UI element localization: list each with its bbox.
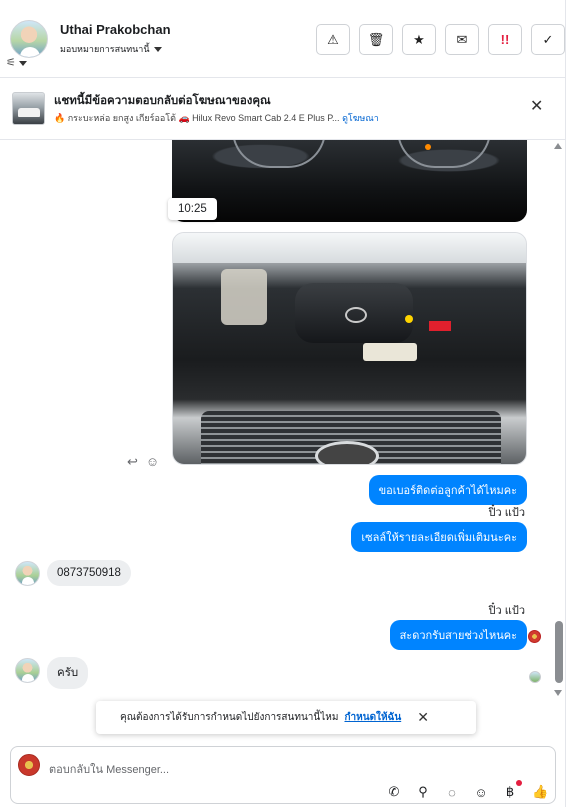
contact-avatar[interactable] — [10, 20, 48, 58]
dashboard-light — [425, 144, 431, 150]
view-ad-link[interactable]: ดูโฆษณา — [342, 113, 379, 123]
banner-subtitle: 🔥 กระบะหล่อ ยกสูง เกียร์ออโต้ 🚗 Hilux Re… — [54, 111, 379, 125]
scroll-up-icon[interactable] — [554, 143, 562, 149]
reply-icon[interactable]: ↩ — [127, 454, 138, 470]
call-icon[interactable]: ✆ — [387, 784, 401, 800]
ad-reply-banner: แชทนี้มีข้อความตอบกลับต่อโฆษณาของคุณ 🔥 ก… — [0, 78, 565, 140]
timestamp-tooltip: 10:25 — [168, 198, 217, 220]
trash-icon[interactable]: 🗑 — [359, 24, 393, 55]
check-icon[interactable]: ✓ — [531, 24, 565, 55]
message-reactions: ↩ ☺ — [127, 454, 159, 470]
banner-ad-name: 🔥 กระบะหล่อ ยกสูง เกียร์ออโต้ 🚗 Hilux Re… — [54, 113, 340, 123]
mark-unread-icon[interactable]: ✉ — [445, 24, 479, 55]
chevron-down-icon — [153, 46, 162, 52]
toast-text: คุณต้องการได้รับการกำหนดไปยังการสนทนานี้… — [120, 712, 339, 723]
emoji-icon[interactable]: ☺ — [474, 785, 488, 800]
engine-photo[interactable] — [172, 232, 527, 465]
sender-name: ปิ๋ว แป้ว — [488, 507, 525, 519]
incoming-message[interactable]: 0873750918 — [47, 560, 131, 586]
thumbs-up-icon[interactable]: 👍 — [532, 784, 548, 800]
assign-to-me-link[interactable]: กำหนดให้ฉัน — [344, 710, 401, 725]
chevron-down-icon — [18, 61, 27, 66]
warning-icon[interactable]: ⚠ — [316, 24, 350, 55]
dashboard-photo[interactable] — [172, 140, 527, 222]
coolant-tank — [363, 343, 417, 361]
payment-icon[interactable]: ฿ — [503, 780, 522, 800]
emoji-icon[interactable]: ☺ — [146, 454, 159, 470]
scroll-down-icon[interactable] — [554, 690, 562, 696]
assign-prompt-toast: คุณต้องการได้รับการกำหนดไปยังการสนทนานี้… — [96, 701, 476, 734]
page-seen-avatar — [528, 630, 541, 643]
outgoing-message[interactable]: สะดวกรับสายช่วงไหนคะ — [389, 620, 527, 650]
oil-cap — [405, 315, 413, 323]
close-icon[interactable]: ✕ — [417, 709, 429, 726]
attachment-icon[interactable]: ⚲ — [416, 784, 430, 800]
header-actions: ⚠ 🗑 ★ ✉ !! ✓ — [316, 24, 565, 55]
battery-terminal — [429, 321, 451, 331]
fuse-box — [221, 269, 267, 325]
message-thread[interactable]: 10:25 ↩ ☺ ขอเบอร์ติดต่อลูกค้าได้ไหมคะ ปิ… — [0, 140, 565, 710]
reply-composer[interactable]: ตอบกลับใน Messenger... ✆ ⚲ ◌ ☺ ฿ 👍 — [10, 746, 556, 804]
sender-name: ปิ๋ว แป้ว — [488, 605, 525, 617]
page-avatar — [18, 754, 40, 776]
banner-title: แชทนี้มีข้อความตอบกลับต่อโฆษณาของคุณ — [54, 95, 271, 107]
contact-avatar-small — [15, 658, 40, 683]
hood — [173, 233, 526, 263]
incoming-message[interactable]: ครับ — [47, 657, 89, 689]
ad-thumbnail — [12, 92, 45, 125]
reply-input[interactable]: ตอบกลับใน Messenger... — [49, 760, 169, 778]
engine-cover — [295, 283, 413, 343]
composer-tools: ✆ ⚲ ◌ ☺ ฿ 👍 — [387, 780, 548, 800]
toyota-logo — [315, 441, 379, 464]
scrollbar-thumb[interactable] — [555, 621, 563, 683]
star-icon[interactable]: ★ — [402, 24, 436, 55]
messenger-conversation: ⚟ Uthai Prakobchan มอบหมายการสนทนานี้ ⚠ … — [0, 0, 579, 807]
close-icon[interactable]: ✕ — [530, 99, 543, 115]
right-rule — [565, 0, 579, 807]
assign-label: มอบหมายการสนทนานี้ — [60, 44, 150, 54]
outgoing-message[interactable]: ขอเบอร์ติดต่อลูกค้าได้ไหมคะ — [368, 475, 527, 505]
urgent-icon[interactable]: !! — [488, 24, 522, 55]
outgoing-message[interactable]: เซลล์ให้รายละเอียดเพิ่มเติมนะคะ — [351, 522, 527, 552]
contact-name[interactable]: Uthai Prakobchan — [60, 22, 171, 37]
assign-conversation-dropdown[interactable]: มอบหมายการสนทนานี้ — [60, 42, 162, 56]
saved-reply-icon[interactable]: ◌ — [445, 785, 459, 800]
filter-sliders-icon[interactable]: ⚟ — [6, 56, 40, 70]
contact-avatar-small — [15, 561, 40, 586]
contact-seen-avatar — [529, 671, 541, 683]
notification-dot — [516, 780, 522, 786]
conversation-header: ⚟ Uthai Prakobchan มอบหมายการสนทนานี้ ⚠ … — [0, 0, 565, 78]
